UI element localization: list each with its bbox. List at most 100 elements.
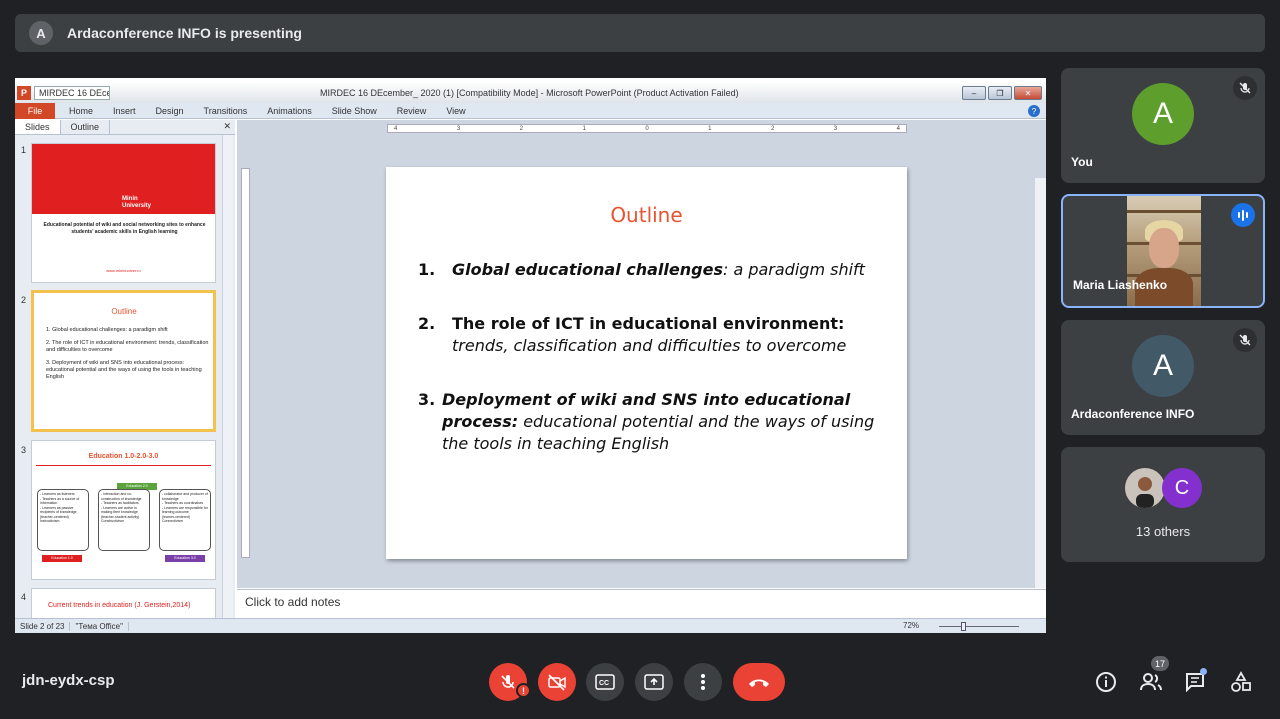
thumb-title: Educational potential of wiki and social…: [43, 222, 206, 235]
doc-tab[interactable]: MIRDEC 16 DEcem: [34, 86, 110, 100]
item-rest: : a paradigm shift: [722, 260, 865, 279]
camera-toggle-button[interactable]: [538, 663, 576, 701]
outline-item: 1. Global educational challenges: a para…: [418, 259, 878, 281]
thumb-number: 1: [21, 145, 27, 155]
participant-tile-you[interactable]: A You: [1061, 68, 1265, 183]
zoom-slider[interactable]: [939, 626, 1019, 627]
participant-name: You: [1071, 155, 1093, 169]
thumb-list-item: 1. Global educational challenges: a para…: [46, 327, 168, 333]
thumb-title: Outline: [111, 307, 137, 316]
thumb-number: 3: [21, 445, 27, 455]
participant-name: Ardaconference INFO: [1071, 407, 1195, 421]
close-panel-icon[interactable]: ✕: [223, 121, 231, 132]
horizontal-ruler: 432101234: [387, 124, 907, 133]
window-title: MIRDEC 16 DEcember_ 2020 (1) [Compatibil…: [320, 88, 739, 98]
thumb-footer: www.mininuniver.ru: [106, 268, 141, 273]
thumb-number: 4: [21, 592, 27, 602]
thumb-title: Current trends in education (J. Gerstein…: [48, 602, 191, 609]
item-number: 2.: [418, 314, 436, 333]
ribbon-tab-transitions[interactable]: Transitions: [204, 106, 248, 116]
thumb-list-item: 3. Deployment of wiki and SNS into educa…: [46, 360, 202, 380]
vertical-ruler: [241, 168, 250, 558]
slide-thumbnail-2[interactable]: Outline 1. Global educational challenges…: [31, 290, 216, 432]
theme-name: "Тема Office": [70, 621, 129, 631]
zoom-level[interactable]: 72%: [903, 621, 919, 630]
slide-thumbnail-3[interactable]: Education 1.0-2.0-3.0 Education 2.0 - Le…: [31, 440, 216, 580]
meeting-details-icon[interactable]: [1093, 670, 1119, 694]
people-icon[interactable]: [1138, 670, 1164, 694]
ribbon-tab-view[interactable]: View: [446, 106, 465, 116]
ppt-title-bar: P MIRDEC 16 DEcem MIRDEC 16 DEcember_ 20…: [15, 83, 1046, 103]
svg-text:CC: CC: [599, 680, 609, 687]
shared-screen[interactable]: P MIRDEC 16 DEcem MIRDEC 16 DEcember_ 20…: [15, 78, 1046, 633]
help-icon[interactable]: ?: [1028, 105, 1040, 117]
slide-outline-list: 1. Global educational challenges: a para…: [418, 259, 878, 455]
ribbon-tab-animations[interactable]: Animations: [267, 106, 312, 116]
ribbon-tab-home[interactable]: Home: [69, 106, 93, 116]
mic-off-icon: [1233, 76, 1257, 100]
item-number: 3.: [418, 390, 436, 409]
ribbon-tab-review[interactable]: Review: [397, 106, 427, 116]
speaking-indicator-icon: [1231, 203, 1255, 227]
thumb-number: 2: [21, 295, 27, 305]
captions-button[interactable]: CC: [586, 663, 624, 701]
thumb-box: - collaborator and producer of knowledge…: [159, 489, 211, 551]
edit-scrollbar[interactable]: [1034, 178, 1046, 588]
tab-outline[interactable]: Outline: [61, 120, 111, 134]
tab-slides[interactable]: Slides: [15, 120, 61, 134]
thumb-box: - Interaction and co-construction of kno…: [98, 489, 150, 551]
ribbon-tab-file[interactable]: File: [15, 102, 55, 119]
thumb-list-item: 2. The role of ICT in educational enviro…: [46, 340, 209, 353]
outline-item: 2. The role of ICT in educational enviro…: [418, 313, 878, 357]
restore-icon[interactable]: ❐: [988, 86, 1012, 100]
status-bar: Slide 2 of 23 "Тема Office" 72%: [15, 618, 1046, 633]
slides-pane-scrollbar[interactable]: [222, 135, 233, 618]
zoom-slider-handle[interactable]: [961, 622, 966, 631]
slides-pane: 1 Minin University Educational potential…: [15, 135, 235, 618]
item-bold: Global educational challenges: [452, 260, 723, 279]
ribbon-tab-design[interactable]: Design: [156, 106, 184, 116]
item-bold: The role of ICT in educational environme…: [452, 314, 845, 333]
participant-tile-others[interactable]: C 13 others: [1061, 447, 1265, 562]
slide-thumbnail-4[interactable]: Current trends in education (J. Gerstein…: [31, 588, 216, 618]
participant-tile-maria[interactable]: Maria Liashenko: [1061, 194, 1265, 308]
slide-counter: Slide 2 of 23: [15, 621, 71, 631]
outline-item: 3. Deployment of wiki and SNS into educa…: [418, 389, 878, 455]
minimize-icon[interactable]: –: [962, 86, 986, 100]
activities-icon[interactable]: [1228, 670, 1254, 694]
people-count-badge: 17: [1151, 656, 1169, 671]
powerpoint-icon: P: [17, 86, 31, 100]
thumb-tag: Education 3.0: [165, 555, 205, 562]
others-count-label: 13 others: [1135, 524, 1191, 539]
meeting-code: jdn-eydx-csp: [22, 672, 115, 689]
avatar-photo: [1125, 468, 1165, 508]
slide-title: Outline: [610, 203, 683, 227]
avatar: A: [1132, 335, 1194, 397]
avatar: C: [1162, 468, 1202, 508]
university-logo: Minin University: [122, 196, 152, 209]
meet-window: A Ardaconference INFO is presenting P MI…: [0, 0, 1280, 719]
chat-notification-dot: [1200, 668, 1207, 675]
presenting-text: Ardaconference INFO is presenting: [67, 25, 302, 41]
notes-input[interactable]: Click to add notes: [237, 589, 1046, 618]
ribbon-tab-insert[interactable]: Insert: [113, 106, 136, 116]
presenting-banner: A Ardaconference INFO is presenting: [15, 14, 1265, 52]
presenter-avatar: A: [29, 21, 53, 45]
participant-tile-ardaconference[interactable]: A Ardaconference INFO: [1061, 320, 1265, 435]
participant-name: Maria Liashenko: [1073, 278, 1168, 292]
close-icon[interactable]: ✕: [1014, 86, 1042, 100]
thumb-tag: Education 1.0: [42, 555, 82, 562]
thumb-box: - Learners as listeners - Teachers as a …: [37, 489, 89, 551]
item-number: 1.: [418, 260, 436, 279]
ribbon-tabs: File Home Insert Design Transitions Anim…: [15, 102, 1046, 119]
thumb-list: 1. Global educational challenges: a para…: [46, 327, 211, 387]
item-rest: trends, classification and difficulties …: [452, 336, 847, 355]
slide-thumbnail-1[interactable]: Minin University Educational potential o…: [31, 143, 216, 283]
present-now-button[interactable]: [635, 663, 673, 701]
ribbon-tab-slide-show[interactable]: Slide Show: [332, 106, 377, 116]
thumb-title: Education 1.0-2.0-3.0: [88, 453, 159, 460]
more-options-button[interactable]: [684, 663, 722, 701]
current-slide[interactable]: Outline 1. Global educational challenges…: [386, 167, 907, 559]
leave-call-button[interactable]: [733, 663, 785, 701]
avatar: A: [1132, 83, 1194, 145]
